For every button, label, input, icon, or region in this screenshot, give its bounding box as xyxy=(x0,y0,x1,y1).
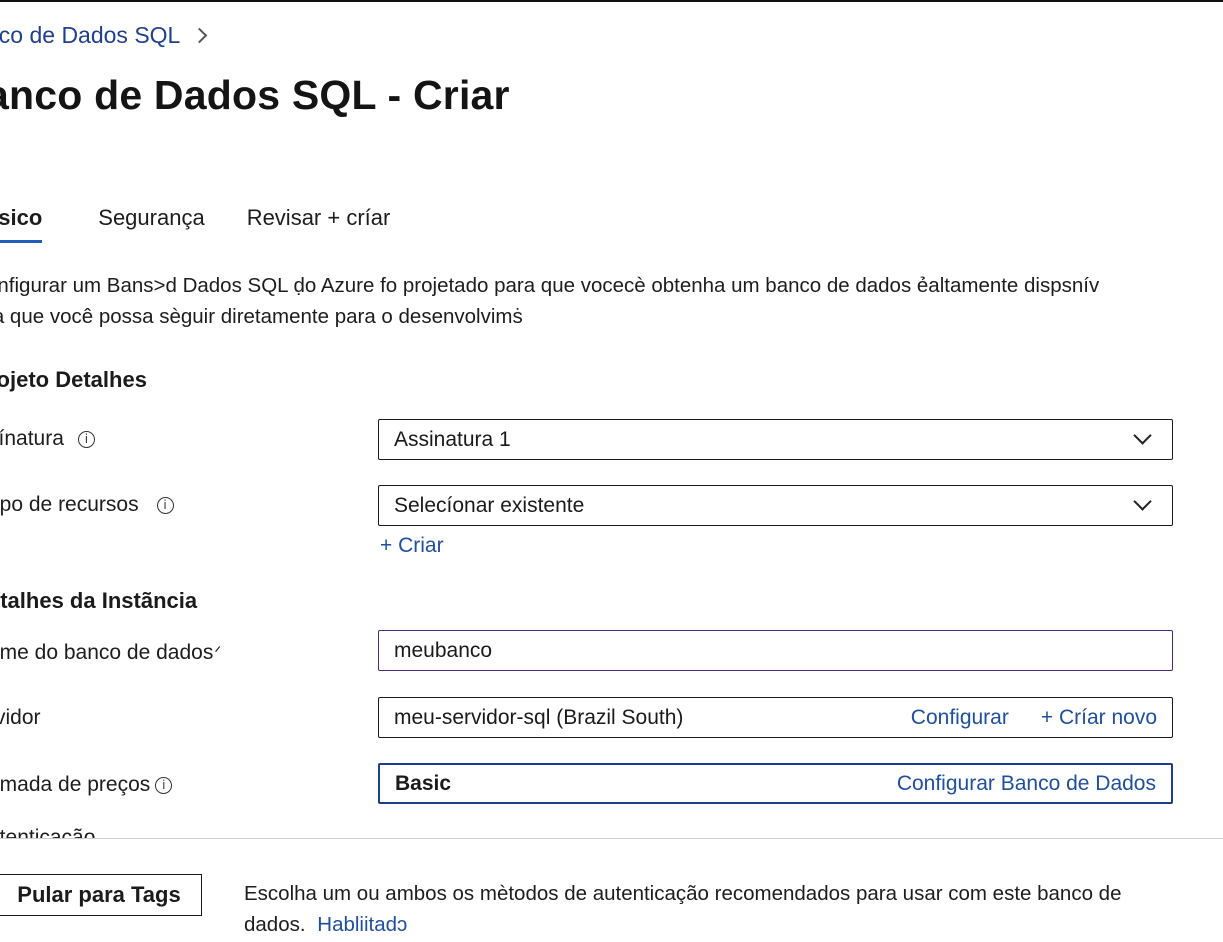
subscription-value: Assinatura 1 xyxy=(394,427,511,451)
footer-message: Escolha um ou ambos os mètodos de autent… xyxy=(244,878,1121,940)
info-icon[interactable]: i xyxy=(156,496,174,514)
server-label-text: rvidor xyxy=(0,706,41,729)
database-name-value: meubanco xyxy=(394,638,493,662)
server-field[interactable]: meu-servidor-sql (Brazil South) Configur… xyxy=(378,697,1173,738)
database-name-label: ome do banco de dados ᐟ xyxy=(0,641,221,665)
page-title: anco de Dados SQL - Criar xyxy=(0,72,510,118)
resource-group-value: Selecíonar existente xyxy=(394,493,585,517)
create-resource-group-link[interactable]: + Criar xyxy=(380,534,444,558)
breadcrumb: nco de Dados SQL xyxy=(0,22,208,49)
info-icon[interactable]: i xyxy=(155,776,173,794)
pricing-tier-label: amada de preços i xyxy=(0,773,173,797)
resource-group-label: upo de recursos i xyxy=(0,493,174,517)
chevron-down-icon xyxy=(1133,492,1152,511)
configure-server-link[interactable]: Configurar xyxy=(911,706,1009,730)
pricing-tier-field[interactable]: Basic Configurar Banco de Dados xyxy=(378,763,1173,804)
footer-text-line-2: dados. Habliitadɔ xyxy=(244,909,1121,940)
subscription-dropdown[interactable]: Assinatura 1 xyxy=(378,419,1173,460)
enabled-link[interactable]: Habliitadɔ xyxy=(317,913,407,936)
tab-review-create[interactable]: Revisar + críar xyxy=(247,205,391,241)
section-heading-authentication: utenticação xyxy=(0,826,96,838)
description-line-1: onfigurar um Bans>d Dados SQL ḍo Azure f… xyxy=(0,274,1100,297)
skip-to-tags-button[interactable]: Pular para Tags xyxy=(0,874,202,916)
subscription-label: sínatura i xyxy=(0,427,95,451)
chevron-down-icon xyxy=(1133,426,1152,445)
info-icon[interactable]: i xyxy=(77,430,95,448)
server-label: rvidor xyxy=(0,706,41,730)
configure-database-link[interactable]: Configurar Banco de Dados xyxy=(897,772,1156,796)
footer-text-dados: dados. xyxy=(244,913,306,936)
pricing-tier-label-text: amada de preços xyxy=(0,773,151,796)
section-heading-project-details: rojeto Detalhes xyxy=(0,367,147,392)
chevron-right-icon xyxy=(192,27,208,44)
footer-text-line-1: Escolha um ou ambos os mètodos de autent… xyxy=(244,882,1122,905)
required-mark: ᐟ xyxy=(214,645,222,662)
tab-security[interactable]: Segurança xyxy=(98,205,204,241)
page-description: onfigurar um Bans>d Dados SQL ḍo Azure f… xyxy=(0,270,1099,332)
tab-basics[interactable]: ásico xyxy=(0,205,43,243)
create-new-server-link[interactable]: + Críar novo xyxy=(1041,706,1157,730)
description-line-2: ra que você possa sèguir diretamente par… xyxy=(0,305,523,328)
database-name-input[interactable]: meubanco xyxy=(378,630,1173,671)
breadcrumb-link-sql-database[interactable]: nco de Dados SQL xyxy=(0,22,180,49)
tab-bar: ásico Segurança Revisar + críar xyxy=(0,205,432,243)
footer-divider xyxy=(0,838,1223,839)
resource-group-dropdown[interactable]: Selecíonar existente xyxy=(378,485,1173,526)
server-value: meu-servidor-sql (Brazil South) xyxy=(394,705,684,729)
database-name-label-text: ome do banco de dados xyxy=(0,641,214,664)
resource-group-label-text: upo de recursos xyxy=(0,493,139,516)
section-heading-instance-details: etalhes da Instãncia xyxy=(0,588,198,613)
subscription-label-text: sínatura xyxy=(0,427,64,450)
pricing-tier-value: Basic xyxy=(395,771,452,795)
